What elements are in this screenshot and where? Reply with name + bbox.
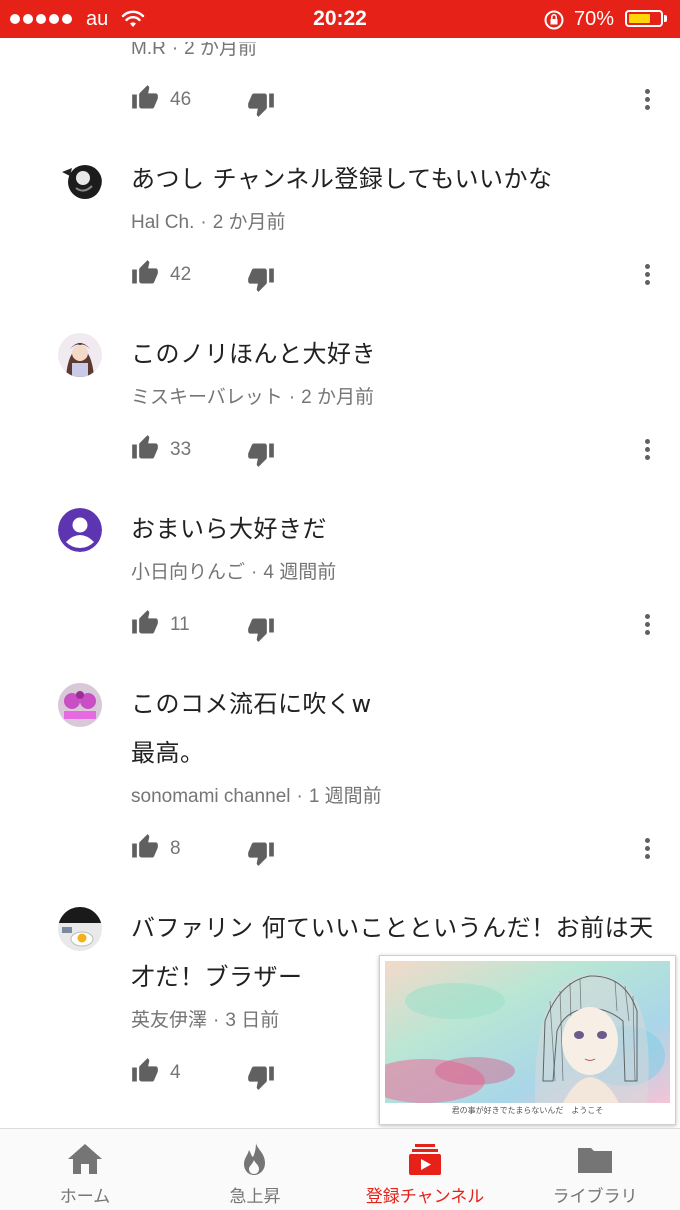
thumbs-down-icon[interactable]	[247, 1063, 275, 1091]
like-count: 42	[170, 264, 192, 285]
comment-author[interactable]: M.R	[131, 42, 166, 59]
nav-item-subscriptions[interactable]: 登録チャンネル	[340, 1129, 510, 1210]
like-count: 8	[170, 838, 181, 859]
nav-label: ホーム	[59, 1187, 111, 1207]
subscriptions-icon	[409, 1144, 441, 1175]
thumbs-down-icon[interactable]	[247, 440, 275, 468]
comment-meta: sonomami channel · 1 週間前	[131, 781, 382, 808]
meta-separator: ·	[288, 387, 296, 408]
nav-item-library[interactable]: ライブラリ	[510, 1129, 680, 1210]
meta-separator: ·	[171, 38, 179, 59]
more-options-icon[interactable]	[638, 835, 658, 863]
nav-item-trending[interactable]: 急上昇	[170, 1129, 340, 1210]
nav-label: 登録チャンネル	[365, 1187, 485, 1207]
comment-age: 1 週間前	[308, 786, 382, 807]
more-options-icon[interactable]	[638, 611, 658, 639]
bottom-navigation: ホーム 急上昇 登録チャンネル ライブラリ	[0, 1128, 680, 1210]
battery-icon	[625, 10, 663, 27]
meta-separator: ·	[213, 1010, 220, 1031]
comment-author[interactable]: Hal Ch.	[131, 212, 194, 233]
comment-meta: 英友伊澤 · 3 日前	[131, 1005, 279, 1032]
avatar[interactable]	[58, 683, 102, 727]
comment-text-line-2: 才だ！ブラザー	[131, 963, 303, 991]
thumbs-up-icon[interactable]	[131, 434, 159, 462]
meta-separator: ·	[296, 786, 303, 807]
battery-percent: 70%	[574, 8, 615, 30]
nav-item-home[interactable]: ホーム	[0, 1129, 170, 1210]
comment-text-line-2: 最高。	[131, 739, 205, 767]
more-options-icon[interactable]	[638, 86, 658, 114]
nav-label: 急上昇	[229, 1187, 281, 1207]
status-bar: au 20:22 70%	[0, 0, 680, 38]
comment-age: 3 日前	[225, 1010, 280, 1031]
video-thumbnail[interactable]	[385, 961, 670, 1103]
comment-age: 4 週間前	[263, 562, 337, 583]
trending-flame-icon	[244, 1143, 265, 1175]
meta-separator: ·	[200, 212, 207, 233]
comment-text: おまいら大好きだ	[131, 515, 327, 543]
comment-author[interactable]: 英友伊澤	[131, 1010, 207, 1031]
thumbs-down-icon[interactable]	[247, 615, 275, 643]
comment-author[interactable]: sonomami channel	[131, 786, 290, 807]
thumbs-down-icon[interactable]	[247, 90, 275, 118]
more-options-icon[interactable]	[638, 436, 658, 464]
mini-player[interactable]: 君の事が好きでたまらないんだ ようこそ	[379, 955, 676, 1125]
comment-author[interactable]: 小日向りんご	[131, 562, 245, 583]
like-count: 11	[170, 614, 190, 635]
battery-terminal	[664, 15, 667, 22]
comment-text: バファリン 何ていいことというんだ！お前は天	[131, 914, 654, 942]
thumbs-down-icon[interactable]	[247, 839, 275, 867]
more-options-icon[interactable]	[638, 261, 658, 289]
battery-level-fill	[629, 14, 650, 23]
comment-meta: ミスキーバレット · 2 か月前	[131, 382, 374, 409]
comment-text: このノリほんと大好き	[131, 340, 376, 368]
like-count: 33	[170, 439, 192, 460]
comment-meta: 小日向りんご · 4 週間前	[131, 557, 336, 584]
thumbs-up-icon[interactable]	[131, 259, 159, 287]
thumbs-up-icon[interactable]	[131, 833, 159, 861]
like-count: 46	[170, 89, 192, 110]
avatar[interactable]	[58, 907, 102, 951]
comment-text: あつし チャンネル登録してもいいかな	[131, 165, 553, 193]
thumbs-up-icon[interactable]	[131, 84, 159, 112]
home-icon	[68, 1144, 102, 1174]
nav-label: ライブラリ	[552, 1187, 638, 1207]
comment-age: 2 か月前	[301, 387, 374, 408]
meta-separator: ·	[251, 562, 258, 583]
comment-meta: Hal Ch. · 2 か月前	[131, 207, 286, 234]
library-folder-icon	[578, 1148, 612, 1173]
avatar[interactable]	[58, 333, 102, 377]
thumbs-up-icon[interactable]	[131, 609, 159, 637]
comment-age: 2 か月前	[212, 212, 286, 233]
thumbs-up-icon[interactable]	[131, 1057, 159, 1085]
rotation-lock-icon	[544, 10, 564, 30]
video-caption: 君の事が好きでたまらないんだ ようこそ	[451, 1106, 604, 1115]
like-count: 4	[170, 1062, 181, 1083]
comment-meta: M.R · 2 か月前	[131, 38, 258, 60]
comment-author[interactable]: ミスキーバレット	[131, 387, 283, 408]
avatar[interactable]	[58, 158, 102, 202]
comment-text: このコメ流石に吹くw	[131, 690, 372, 718]
comment-age: 2 か月前	[184, 38, 258, 59]
avatar[interactable]	[58, 508, 102, 552]
thumbs-down-icon[interactable]	[247, 265, 275, 293]
